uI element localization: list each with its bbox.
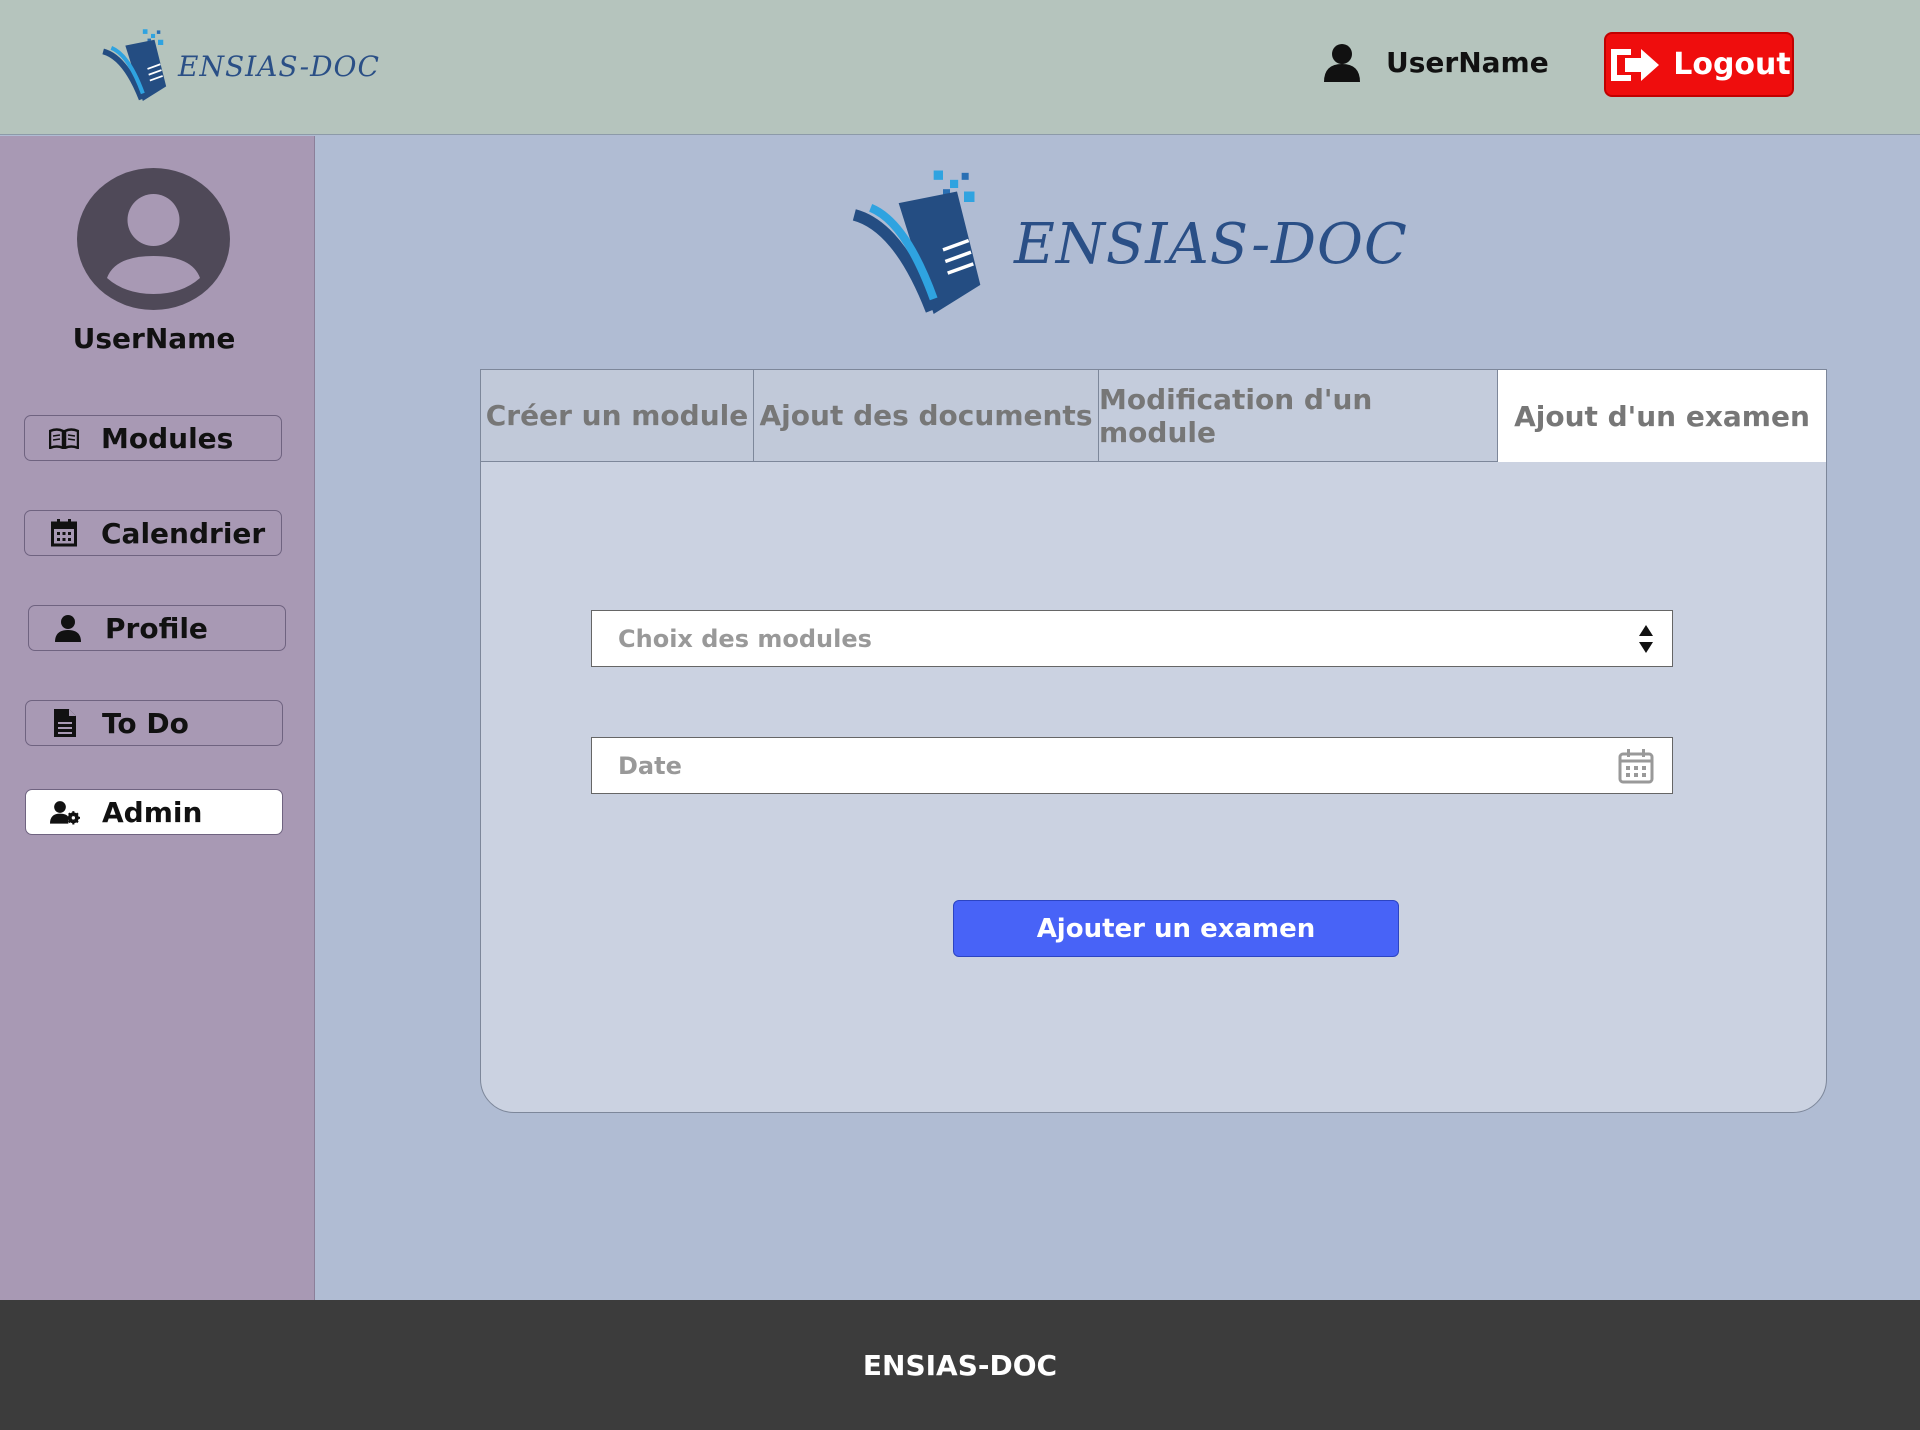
sidebar-item-label: Modules: [101, 421, 234, 455]
footer: ENSIAS-DOC: [0, 1300, 1920, 1430]
sidebar-item-profile[interactable]: Profile: [28, 605, 286, 651]
avatar-icon: [77, 168, 230, 310]
tab-ajout-documents[interactable]: Ajout des documents: [754, 370, 1099, 462]
logout-label: Logout: [1673, 47, 1791, 82]
sidebar-item-admin[interactable]: Admin: [25, 789, 283, 835]
book-open-icon: [49, 423, 79, 453]
tab-ajout-examen[interactable]: Ajout d'un examen: [1498, 370, 1826, 462]
main-logo: ENSIAS-DOC: [852, 168, 1408, 320]
tab-modification-module[interactable]: Modification d'un module: [1099, 370, 1498, 462]
user-gear-icon: [50, 797, 80, 827]
header-username: UserName: [1386, 45, 1549, 79]
top-header: ENSIAS-DOC UserName Logout: [0, 0, 1920, 135]
sign-out-icon: [1611, 48, 1660, 81]
tab-bar: Créer un module Ajout des documents Modi…: [481, 370, 1826, 462]
date-input[interactable]: [618, 751, 1518, 780]
sidebar: UserName Modules Calendrier Profile To D…: [0, 136, 315, 1300]
sidebar-item-label: To Do: [102, 706, 189, 740]
header-brand-text: ENSIAS-DOC: [178, 49, 380, 83]
calendar-icon: [49, 518, 79, 548]
sidebar-item-calendrier[interactable]: Calendrier: [24, 510, 282, 556]
calendar-icon[interactable]: [1618, 748, 1654, 784]
user-icon: [1324, 44, 1360, 82]
date-field[interactable]: [591, 737, 1673, 794]
user-icon: [53, 613, 83, 643]
add-exam-button[interactable]: Ajouter un examen: [953, 900, 1399, 957]
sort-arrows-icon: [1639, 624, 1653, 653]
header-user[interactable]: UserName: [1322, 42, 1549, 82]
sidebar-item-label: Admin: [102, 795, 203, 829]
logout-button[interactable]: Logout: [1604, 32, 1794, 97]
module-select[interactable]: Choix des modules: [591, 610, 1673, 667]
ensias-doc-logo-icon: [852, 170, 981, 314]
tab-creer-module[interactable]: Créer un module: [481, 370, 754, 462]
footer-text: ENSIAS-DOC: [862, 1348, 1058, 1382]
admin-tabs-card: Créer un module Ajout des documents Modi…: [480, 369, 1827, 1113]
sidebar-item-modules[interactable]: Modules: [24, 415, 282, 461]
document-icon: [50, 708, 80, 738]
sidebar-item-label: Calendrier: [101, 516, 266, 550]
sidebar-item-todo[interactable]: To Do: [25, 700, 283, 746]
sidebar-item-label: Profile: [105, 611, 208, 645]
ensias-doc-logo-icon: [102, 29, 167, 101]
sidebar-username: UserName: [72, 322, 236, 355]
header-logo[interactable]: ENSIAS-DOC: [102, 26, 380, 106]
main-brand-text: ENSIAS-DOC: [1014, 211, 1408, 277]
module-select-placeholder: Choix des modules: [618, 624, 872, 653]
